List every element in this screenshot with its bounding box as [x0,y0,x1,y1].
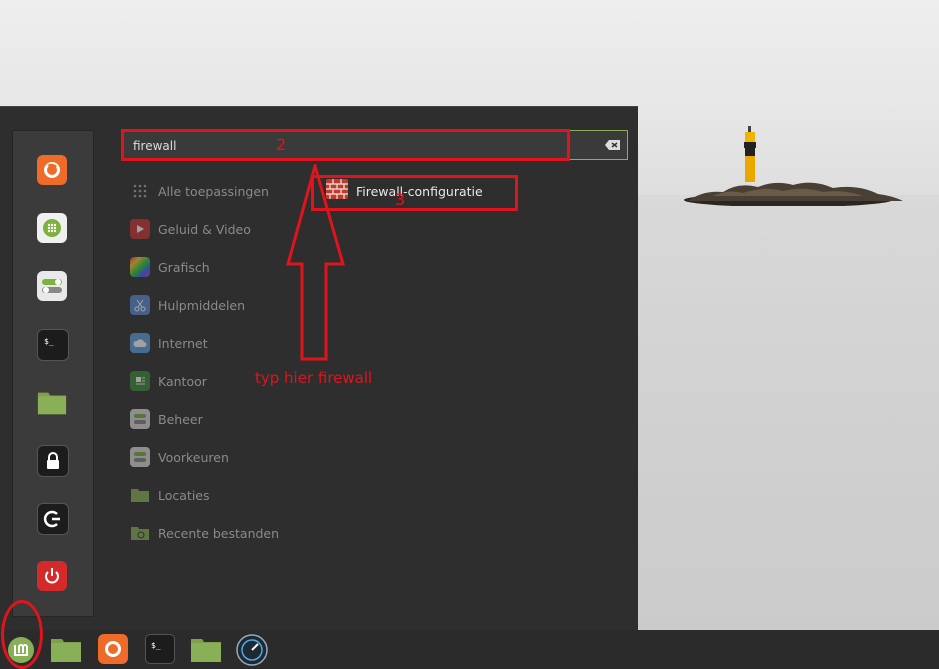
category-graphics[interactable]: Grafisch [130,255,210,279]
firefox-icon[interactable] [37,155,67,185]
folder-icon[interactable] [37,387,67,417]
category-label: Alle toepassingen [158,183,269,199]
category-label: Recente bestanden [158,525,280,541]
category-office[interactable]: Kantoor [130,369,207,393]
annotation-instruction: typ hier firewall [255,369,373,387]
cloud-icon [130,333,150,353]
firefox-icon[interactable] [98,634,128,664]
office-icon [130,371,150,391]
favorites-sidebar [12,130,94,617]
category-all-applications[interactable]: Alle toepassingen [130,179,269,203]
category-internet[interactable]: Internet [130,331,208,355]
grid-dots-icon [130,181,150,201]
power-icon[interactable] [37,561,67,591]
clear-search-icon[interactable] [605,139,621,151]
category-label: Locaties [158,487,210,503]
category-accessories[interactable]: Hulpmiddelen [130,293,245,317]
settings-icon[interactable] [37,271,67,301]
folder-icon[interactable] [50,633,82,665]
annotation-search-highlight [121,129,570,161]
timeshift-icon[interactable] [236,634,268,666]
logout-icon[interactable] [37,503,69,535]
category-label: Geluid & Video [158,221,251,237]
toggles-icon [130,409,150,429]
category-places[interactable]: Locaties [130,483,210,507]
taskbar [0,630,939,669]
category-label: Kantoor [158,373,207,389]
software-manager-icon[interactable] [37,213,67,243]
category-label: Internet [158,335,208,351]
category-label: Grafisch [158,259,210,275]
terminal-icon[interactable]: $_ [145,634,175,664]
category-label: Hulpmiddelen [158,297,246,313]
category-sound-video[interactable]: Geluid & Video [130,217,251,241]
category-recent-files[interactable]: Recente bestanden [130,521,279,545]
lighthouse-island-image [684,182,903,206]
toggles-icon [130,447,150,467]
annotation-arrow-up [286,164,345,361]
lighthouse-icon [744,126,756,182]
category-preferences[interactable]: Voorkeuren [130,445,229,469]
category-administration[interactable]: Beheer [130,407,203,431]
annotation-step-3: 3 [395,190,406,209]
category-label: Beheer [158,411,203,427]
folder-icon[interactable] [190,633,222,665]
folder-icon [130,485,150,505]
category-label: Voorkeuren [158,449,229,465]
scissors-icon [130,295,150,315]
play-icon [130,219,150,239]
annotation-menu-circle [1,600,43,669]
lock-icon[interactable] [37,445,69,477]
graphics-icon [130,257,150,277]
recent-folder-icon [130,523,150,543]
annotation-step-2: 2 [276,135,287,154]
svg-text:$_: $_ [151,641,161,650]
terminal-icon[interactable]: $_ [37,329,69,361]
svg-text:$_: $_ [44,337,54,346]
